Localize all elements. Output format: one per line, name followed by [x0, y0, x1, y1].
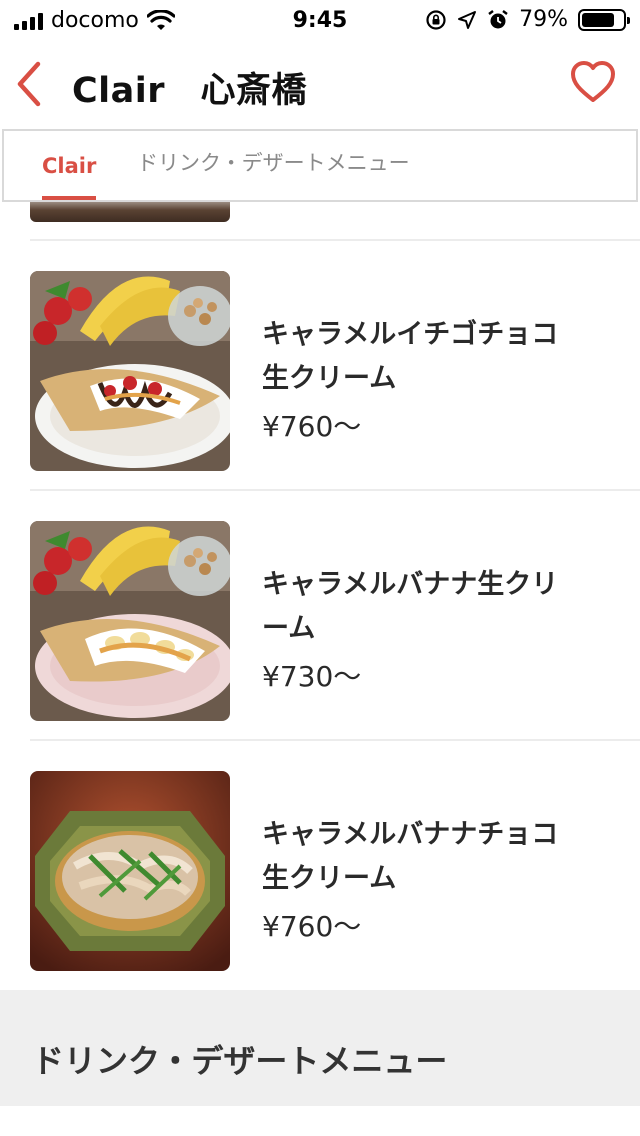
- favorite-button[interactable]: [570, 60, 616, 104]
- nav-header: Clair 心斎橋: [0, 40, 640, 128]
- location-arrow-icon: [458, 10, 477, 29]
- item-name: キャラメルイチゴチョコ生クリーム: [262, 319, 559, 394]
- list-item[interactable]: キャラメルバナナチョコ生クリーム ¥760〜: [0, 741, 640, 990]
- battery-icon: [578, 8, 630, 31]
- menu-list[interactable]: キャラメルイチゴチョコ生クリーム ¥760〜 キャラメルバナナ生クリーム ¥73…: [0, 202, 640, 990]
- previous-item-thumbnail: [30, 202, 230, 222]
- heart-outline-icon: [571, 61, 615, 102]
- section-header-drink-dessert: ドリンク・デザートメニュー: [0, 990, 640, 1106]
- alarm-clock-icon: [488, 9, 508, 28]
- crepe-banana-caramel-photo: [30, 521, 230, 721]
- battery-level: [582, 12, 614, 27]
- item-name: キャラメルバナナチョコ生クリーム: [262, 819, 559, 894]
- page-title: Clair 心斎橋: [72, 71, 308, 111]
- item-price: ¥760〜: [262, 410, 362, 443]
- status-right: 79%: [425, 7, 630, 32]
- list-item[interactable]: キャラメルイチゴチョコ生クリーム ¥760〜: [0, 241, 640, 491]
- section-title: ドリンク・デザートメニュー: [32, 1042, 448, 1080]
- item-price: ¥730〜: [262, 660, 362, 693]
- battery-percent: 79%: [519, 7, 568, 32]
- status-bar: docomo 9:45 79%: [0, 0, 640, 40]
- item-price: ¥760〜: [262, 910, 362, 943]
- active-tab-indicator: [42, 196, 97, 200]
- crepe-strawberry-chocolate-photo: [30, 271, 230, 471]
- list-item[interactable]: キャラメルバナナ生クリーム ¥730〜: [0, 491, 640, 741]
- tab-label: ドリンク・デザートメニュー: [137, 150, 410, 175]
- item-name: キャラメルバナナ生クリーム: [262, 569, 559, 644]
- chevron-left-icon: [17, 61, 41, 107]
- noodle-dish-photo: [30, 771, 230, 971]
- tab-label: Clair: [42, 153, 97, 178]
- category-tabs: Clair ドリンク・デザートメニュー: [2, 129, 638, 202]
- back-button[interactable]: [14, 60, 50, 108]
- tab-clair[interactable]: Clair: [42, 131, 97, 200]
- rotation-lock-icon: [426, 9, 446, 30]
- tab-drink-dessert[interactable]: ドリンク・デザートメニュー: [137, 127, 410, 196]
